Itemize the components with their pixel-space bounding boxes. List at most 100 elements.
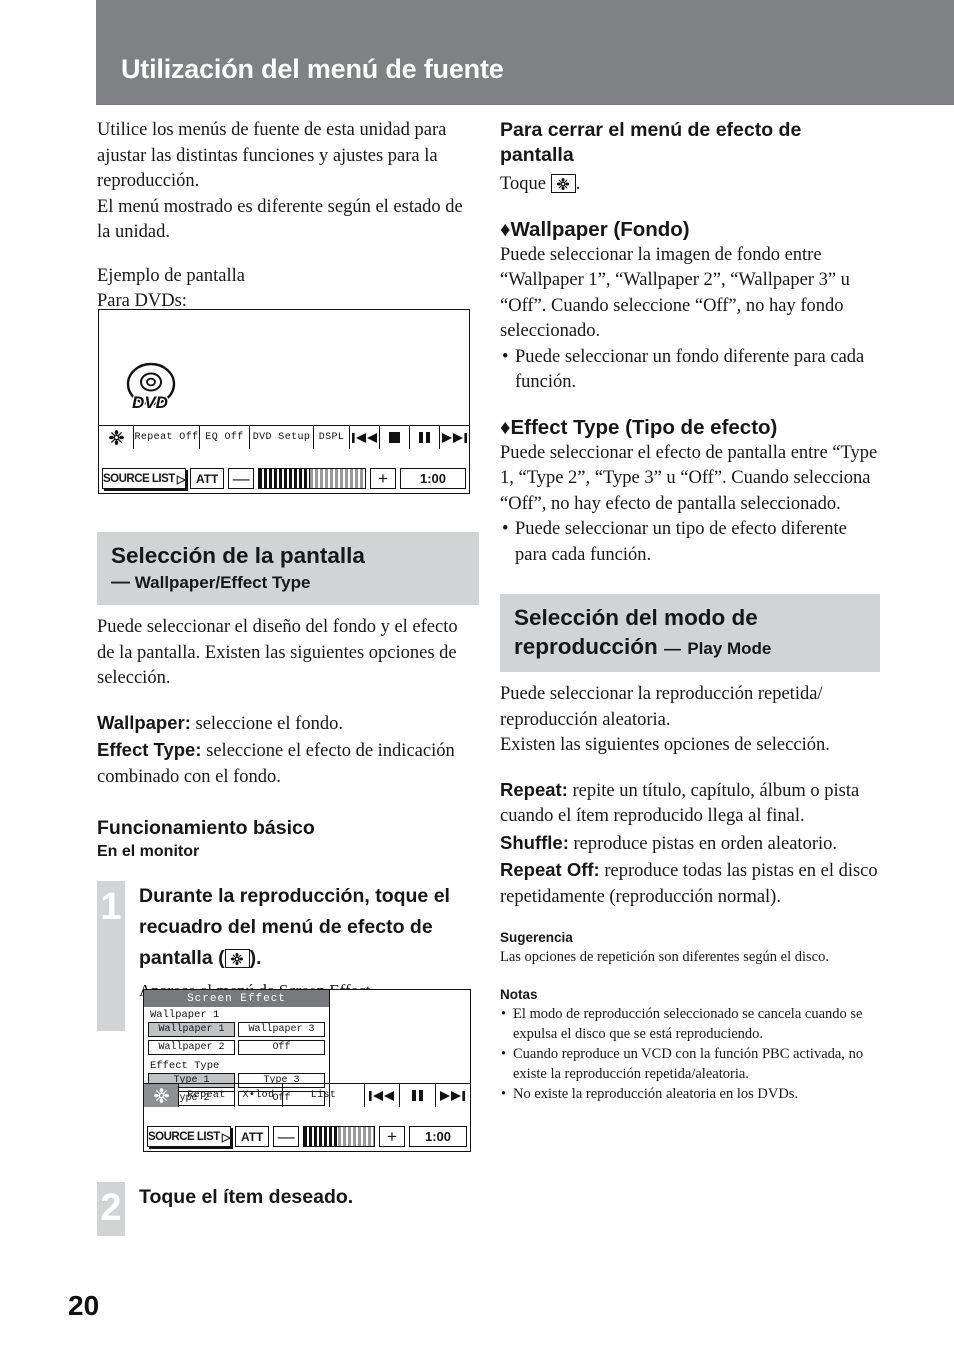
section-heading-screen-selection: Selección de la pantalla — Wallpaper/Eff… [97,532,479,605]
list-button[interactable]: List [283,1084,365,1107]
prev-track-button[interactable] [365,1084,401,1107]
prev-track-button[interactable] [350,426,380,449]
eq-off-button[interactable]: EQ Off [200,426,250,449]
step-2-number: 2 [97,1182,125,1236]
wallpaper-definition-text: seleccione el fondo. [190,713,343,734]
screen-effect-icon [108,430,124,445]
basic-operation-sub: En el monitor [97,843,200,860]
source-list-label: SOURCE LIST [148,1130,220,1143]
effect-type-bullet: Puede seleccionar un tipo de efecto dife… [500,517,880,568]
next-track-button[interactable] [440,426,469,449]
wallpaper-definition: Wallpaper: seleccione el fondo. [97,710,479,738]
volume-down-button[interactable]: — [228,468,255,489]
pause-button[interactable] [410,426,440,449]
page-number: 20 [68,1290,100,1321]
section2-paragraph-1: Puede seleccionar la reproducción repeti… [500,684,823,730]
source-list-label: SOURCE LIST [103,472,175,485]
source-list-button[interactable]: SOURCE LIST ▷ [102,468,187,489]
repeat-off-definition-label: Repeat Off: [500,859,600,880]
note-item: Cuando reproduce un VCD con la función P… [500,1044,880,1084]
lcd-screen-effect-menu: Screen Effect Wallpaper 1 Wallpaper 1 Wa… [143,989,471,1152]
step-1-body: Durante la reproducción, toque el recuad… [139,881,479,1003]
section1-subtitle-text: Wallpaper/Effect Type [134,573,311,592]
right-column: Para cerrar el menú de efecto de pantall… [500,118,880,1104]
source-list-button[interactable]: SOURCE LIST ▷ [147,1126,232,1147]
wallpaper-definition-label: Wallpaper: [97,711,191,733]
dvd-setup-button[interactable]: DVD Setup [250,426,314,449]
stop-button[interactable] [380,426,410,449]
next-track-icon [439,1090,465,1101]
effect-type-paragraph: Puede seleccionar el efecto de pantalla … [500,442,878,514]
volume-down-button[interactable]: — [273,1126,300,1147]
diamond-icon: ♦ [500,217,511,241]
wallpaper-row-1: Wallpaper 1 Wallpaper 3 [144,1022,329,1040]
wallpaper-off-button[interactable]: Off [238,1040,325,1055]
screen-effect-icon-inline [550,174,576,193]
volume-bar[interactable] [258,468,366,489]
note-item: El modo de reproducción seleccionado se … [500,1004,880,1044]
prev-track-icon [351,432,377,443]
effect-type-heading-text: Effect Type (Tipo de efecto) [510,415,778,439]
lcd-screen-effect-toolbar[interactable]: Repeat X•lod List [144,1083,470,1107]
screen-effect-button[interactable] [99,426,134,449]
next-track-icon [441,432,467,443]
att-button[interactable]: ATT [190,468,225,489]
step-1-number: 1 [97,881,125,935]
screen-effect-toggle-button[interactable] [144,1084,179,1107]
example-label: Ejemplo de pantalla [97,265,245,286]
section2-subtitle-text: Play Mode [687,639,772,658]
shuffle-definition-label: Shuffle: [500,831,569,853]
volume-bar[interactable] [303,1126,375,1147]
chevron-right-icon: ▷ [176,473,186,486]
effect-type-group-label: Effect Type [150,1060,220,1072]
lcd-dvd-bottom-bar[interactable]: SOURCE LIST ▷ ATT — + 1:00 [99,466,469,491]
wallpaper-2-button[interactable]: Wallpaper 2 [148,1040,235,1055]
section2-title: Selección del modo de reproducción — Pla… [514,603,880,663]
notes-heading: Notas [500,987,538,1002]
diamond-icon: ♦ [500,415,511,439]
basic-operation-heading: Funcionamiento básico [97,817,315,839]
prev-track-icon [369,1090,395,1101]
screen-effect-icon-inline [224,949,250,968]
wallpaper-row-2: Wallpaper 2 Off [144,1040,329,1058]
intro-paragraph-1: Utilice los menús de fuente de esta unid… [97,120,447,191]
att-button[interactable]: ATT [235,1126,270,1147]
lcd-screen-effect-bottom-bar[interactable]: SOURCE LIST ▷ ATT — + 1:00 [144,1124,470,1149]
repeat-off-definition: Repeat Off: reproduce todas las pistas e… [500,857,880,910]
note-item: No existe la reproducción aleatoria en l… [500,1084,880,1104]
tip-text: Las opciones de repetición son diferente… [500,949,829,965]
step-2-wrap: 2 Toque el ítem deseado. [97,1182,479,1236]
wallpaper-3-button[interactable]: Wallpaper 3 [238,1022,325,1037]
volume-up-button[interactable]: + [379,1126,405,1147]
lcd-dvd-screen: DVD Repeat Off EQ Off DVD Setup DSPL SOU… [98,309,470,494]
section2-dash: — [664,639,682,658]
effect-type-heading: ♦Effect Type (Tipo de efecto) [500,414,880,441]
notes-list: El modo de reproducción seleccionado se … [500,1004,880,1104]
dspl-button[interactable]: DSPL [314,426,350,449]
tip-heading: Sugerencia [500,930,573,945]
manual-page: Utilización del menú de fuente Utilice l… [0,0,954,1348]
wallpaper-1-button[interactable]: Wallpaper 1 [148,1022,235,1037]
step-1-text-b: ). [249,947,262,969]
close-menu-text-a: Toque [500,174,551,194]
volume-up-button[interactable]: + [370,468,396,489]
wallpaper-heading: ♦Wallpaper (Fondo) [500,216,880,243]
repeat-button[interactable]: Repeat [179,1084,235,1107]
repeat-off-button[interactable]: Repeat Off [134,426,200,449]
xplod-button[interactable]: X•lod [235,1084,283,1107]
step-2: 2 Toque el ítem deseado. [97,1182,479,1236]
left-column: Utilice los menús de fuente de esta unid… [97,118,479,315]
step-2-body: Toque el ítem deseado. [139,1182,479,1213]
chevron-right-icon: ▷ [221,1131,231,1144]
pause-button[interactable] [400,1084,436,1107]
close-menu-instruction: Toque . [500,172,880,198]
step-1-text: Durante la reproducción, toque el recuad… [139,881,479,974]
section1-dash: — [111,572,130,593]
next-track-button[interactable] [436,1084,470,1107]
dvd-disc-icon: DVD [126,362,176,413]
shuffle-definition: Shuffle: reproduce pistas en orden aleat… [500,830,880,858]
wallpaper-paragraph: Puede seleccionar la imagen de fondo ent… [500,244,850,342]
section1-subtitle: — Wallpaper/Effect Type [111,570,479,596]
step-2-text: Toque el ítem deseado. [139,1186,354,1208]
lcd-dvd-toolbar[interactable]: Repeat Off EQ Off DVD Setup DSPL [99,425,469,449]
